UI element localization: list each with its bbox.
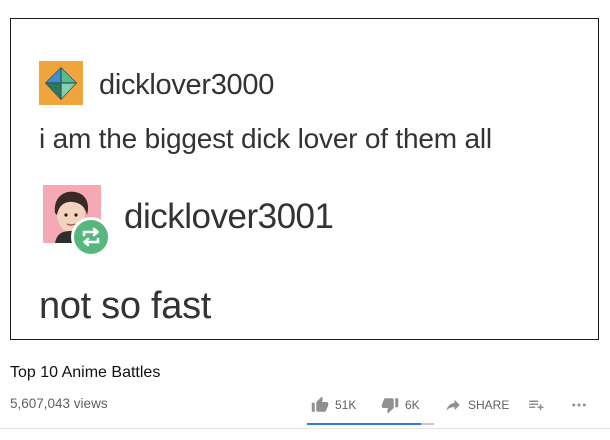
original-post-text: i am the biggest dick lover of them all <box>39 123 492 154</box>
share-button[interactable]: SHARE <box>444 394 509 416</box>
like-ratio-fill <box>307 423 421 425</box>
save-to-playlist-button[interactable] <box>527 394 551 416</box>
reblog-post-text: not so fast <box>39 285 212 327</box>
share-label: SHARE <box>468 398 510 412</box>
thumbs-up-icon <box>311 396 329 412</box>
dislike-button[interactable]: 6K <box>381 394 420 416</box>
thumbs-down-icon <box>381 398 399 414</box>
dislike-count: 6K <box>405 398 420 412</box>
more-actions-button[interactable] <box>570 394 594 416</box>
reblog-icon <box>71 217 111 257</box>
like-button[interactable]: 51K <box>311 394 356 416</box>
tumblr-post-screenshot: dicklover3000 i am the biggest dick love… <box>11 19 598 339</box>
original-username[interactable]: dicklover3000 <box>99 69 274 102</box>
video-player[interactable]: dicklover3000 i am the biggest dick love… <box>10 18 599 340</box>
reblog-username[interactable]: dicklover3001 <box>124 197 334 237</box>
like-dislike-ratio-bar <box>307 423 434 425</box>
share-arrow-icon <box>446 399 460 411</box>
video-title: Top 10 Anime Battles <box>10 364 161 381</box>
diamond-logo-icon <box>39 61 83 105</box>
playlist-add-icon <box>529 400 544 411</box>
more-horizontal-icon <box>572 403 586 407</box>
video-actions-bar: 51K 6K SHARE <box>0 394 610 416</box>
like-count: 51K <box>335 398 357 412</box>
divider <box>0 428 610 429</box>
